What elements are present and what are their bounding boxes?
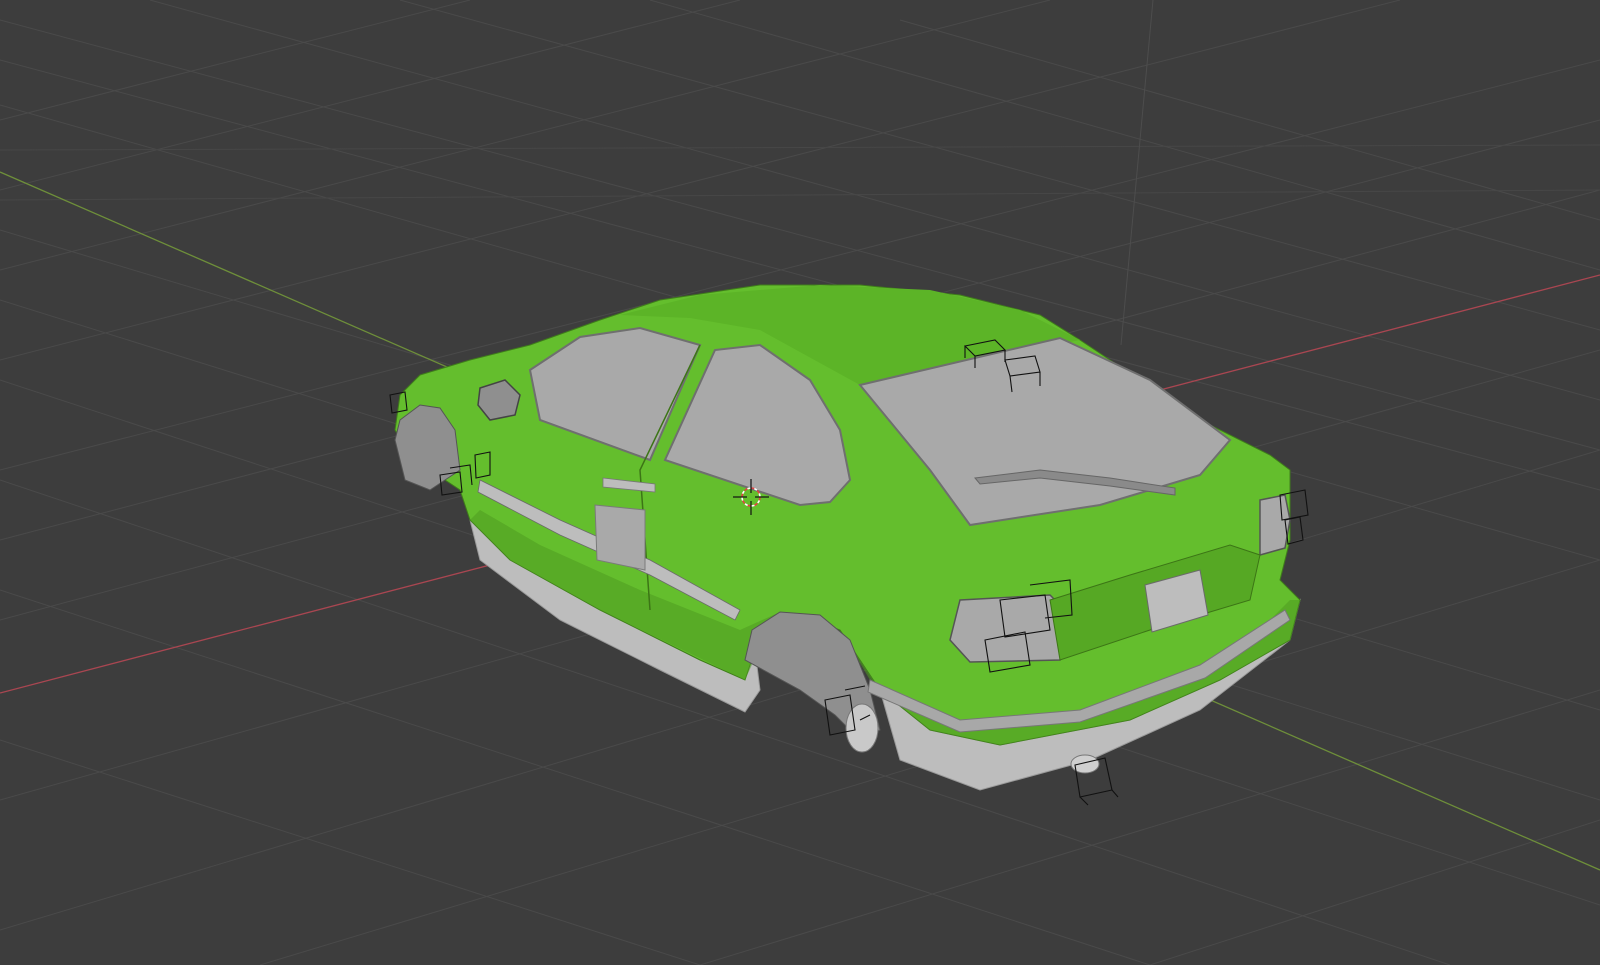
side-panel-patch: [594, 504, 646, 571]
exhaust-pipe: [1070, 754, 1100, 774]
car-body-mesh[interactable]: [394, 284, 1301, 791]
viewport-canvas[interactable]: [0, 0, 1600, 965]
3d-viewport[interactable]: [0, 0, 1600, 965]
rear-brake-disc: [845, 703, 879, 753]
z-axis-line: [1120, 0, 1154, 346]
